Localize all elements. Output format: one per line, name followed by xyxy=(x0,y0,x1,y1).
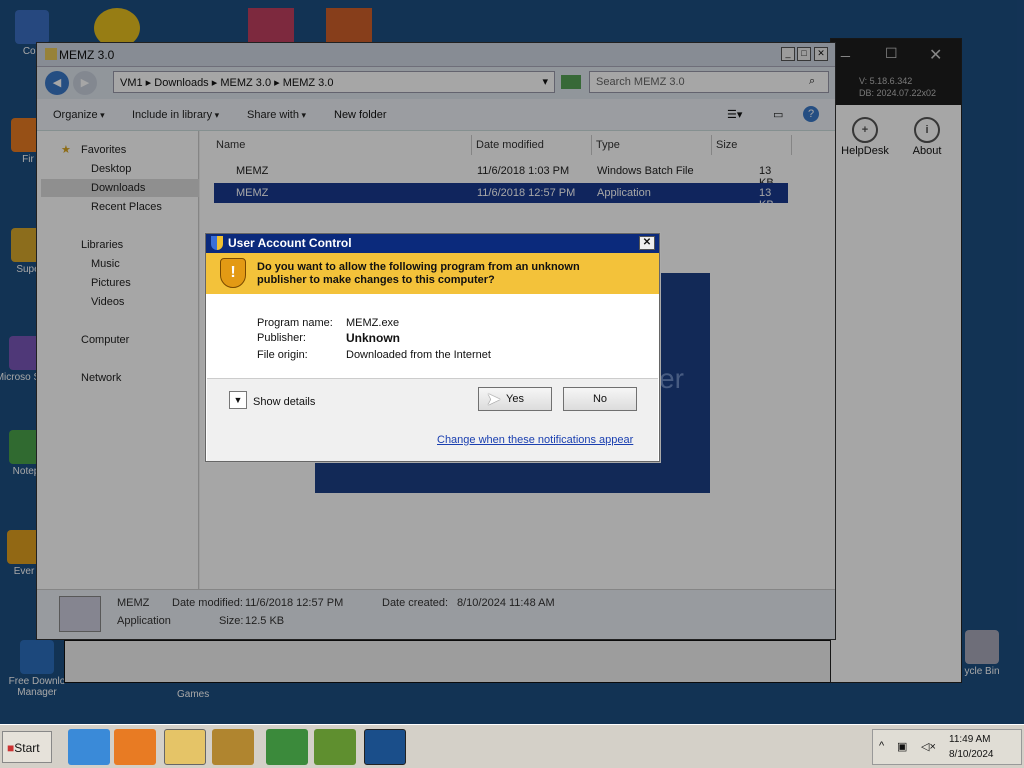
clock-date[interactable]: 8/10/2024 xyxy=(949,749,994,760)
no-button[interactable]: No xyxy=(563,387,637,411)
uac-close-button[interactable]: ✕ xyxy=(639,236,655,250)
volume-icon[interactable]: ◁× xyxy=(921,740,936,753)
uac-question: Do you want to allow the following progr… xyxy=(257,261,580,286)
taskbar-chrome-icon[interactable] xyxy=(266,729,308,765)
uac-dialog[interactable]: User Account Control ✕ ! Do you want to … xyxy=(205,233,660,462)
uac-title: User Account Control xyxy=(228,236,352,250)
start-button[interactable]: ■Start xyxy=(2,731,52,763)
taskbar-media-icon[interactable] xyxy=(212,729,254,765)
show-details-toggle[interactable]: ▼ xyxy=(229,391,247,409)
program-name-value: MEMZ.exe xyxy=(346,317,400,329)
change-notifications-link[interactable]: Change when these notifications appear xyxy=(437,434,633,446)
file-origin-value: Downloaded from the Internet xyxy=(346,349,491,361)
taskbar-firefox-icon[interactable] xyxy=(114,729,156,765)
file-origin-label: File origin: xyxy=(257,349,308,361)
publisher-value: Unknown xyxy=(346,331,400,345)
system-tray: ^ ▣ ◁× 11:49 AM 8/10/2024 xyxy=(872,729,1022,765)
program-name-label: Program name: xyxy=(257,317,333,329)
publisher-label: Publisher: xyxy=(257,332,306,344)
clock-time[interactable]: 11:49 AM xyxy=(949,734,991,745)
shield-icon xyxy=(211,236,223,250)
show-details-label[interactable]: Show details xyxy=(253,396,315,408)
taskbar: ■Start ^ ▣ ◁× 11:49 AM 8/10/2024 xyxy=(0,724,1024,768)
mouse-cursor-icon: ➤ xyxy=(486,389,502,409)
uac-footer: ▼ Show details Yes No Change when these … xyxy=(207,378,658,461)
taskbar-games-icon[interactable] xyxy=(314,729,356,765)
tray-expand-icon[interactable]: ^ xyxy=(879,740,884,752)
uac-warning-banner: ! Do you want to allow the following pro… xyxy=(206,253,659,294)
warning-shield-icon: ! xyxy=(220,258,246,288)
uac-titlebar: User Account Control ✕ xyxy=(206,234,659,253)
taskbar-explorer-icon[interactable] xyxy=(164,729,206,765)
taskbar-ie-icon[interactable] xyxy=(68,729,110,765)
network-icon[interactable]: ▣ xyxy=(897,740,907,753)
taskbar-helpdesk-icon[interactable] xyxy=(364,729,406,765)
